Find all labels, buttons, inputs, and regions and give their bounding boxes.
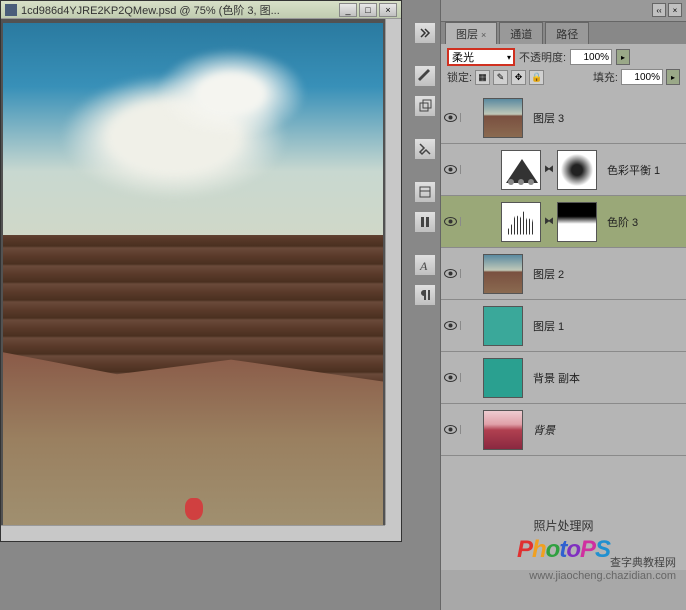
layer-name[interactable]: 背景 [527, 422, 555, 438]
tool-presets-icon[interactable] [414, 211, 436, 233]
watermark-label: 照片处理网 [451, 517, 676, 534]
layer-thumbnail[interactable] [483, 254, 523, 294]
expand-toolbar-button[interactable] [414, 22, 436, 44]
panel-tabs: 图层× 通道 路径 [441, 22, 686, 44]
layer-name[interactable]: 图层 1 [527, 318, 564, 334]
maximize-button[interactable]: □ [359, 3, 377, 17]
canvas-content [3, 23, 383, 525]
red-stamp [185, 498, 203, 520]
lock-all-icon[interactable]: 🔒 [529, 70, 544, 85]
panels-dock: ‹‹ × 图层× 通道 路径 柔光 不透明度: 100% ▸ 锁定: ▦ ✎ ✥… [440, 0, 686, 610]
mask-link-icon[interactable]: ⧓ [544, 216, 554, 227]
tab-paths[interactable]: 路径 [545, 22, 589, 44]
blend-mode-select[interactable]: 柔光 [447, 48, 515, 66]
layer-name[interactable]: 色彩平衡 1 [601, 162, 660, 178]
type-tool-icon[interactable]: A [414, 254, 436, 276]
scrollbar-vertical[interactable] [385, 19, 401, 525]
ps-file-icon [5, 4, 17, 16]
adjustment-thumbnail[interactable] [501, 150, 541, 190]
visibility-toggle[interactable] [444, 217, 457, 226]
close-button[interactable]: × [379, 3, 397, 17]
layer-mask-thumbnail[interactable] [557, 202, 597, 242]
layer-mask-thumbnail[interactable] [557, 150, 597, 190]
layer-thumbnail[interactable] [483, 98, 523, 138]
tab-layers-label: 图层 [456, 29, 478, 41]
layer-row[interactable]: 图层 1 [441, 300, 686, 352]
visibility-toggle[interactable] [444, 113, 457, 122]
layer-thumbnail[interactable] [483, 358, 523, 398]
layer-name[interactable]: 图层 3 [527, 110, 564, 126]
tab-close-icon[interactable]: × [481, 30, 486, 40]
layer-thumbnail[interactable] [483, 306, 523, 346]
panel-close-button[interactable]: × [668, 3, 682, 17]
scrollbar-horizontal[interactable] [1, 525, 385, 541]
opacity-input[interactable]: 100% [570, 49, 612, 65]
canvas-area[interactable] [1, 19, 385, 525]
layer-name[interactable]: 背景 副本 [527, 370, 580, 386]
panel-header: ‹‹ × [441, 0, 686, 22]
layer-row[interactable]: ⧓ 色阶 3 [441, 196, 686, 248]
document-window: 1cd986d4YJRE2KP2QMew.psd @ 75% (色阶 3, 图.… [0, 0, 402, 542]
brush-tool-icon[interactable] [414, 65, 436, 87]
window-controls: _ □ × [339, 3, 397, 17]
opacity-label: 不透明度: [519, 49, 566, 65]
visibility-toggle[interactable] [444, 165, 457, 174]
fill-flyout-button[interactable]: ▸ [666, 69, 680, 85]
site-watermark: 查字典教程网 www.jiaocheng.chazidian.com [529, 554, 676, 582]
panel-collapse-button[interactable]: ‹‹ [652, 3, 666, 17]
site-name-cn: 查字典教程网 [529, 554, 676, 570]
panel-tool-icon[interactable] [414, 181, 436, 203]
layer-row[interactable]: 背景 [441, 404, 686, 456]
layer-row[interactable]: ⧓ 色彩平衡 1 [441, 144, 686, 196]
scroll-corner [385, 525, 401, 541]
mask-link-icon[interactable]: ⧓ [544, 164, 554, 175]
tab-layers[interactable]: 图层× [445, 22, 497, 44]
lock-position-icon[interactable]: ✥ [511, 70, 526, 85]
hammer-tool-icon[interactable] [414, 138, 436, 160]
visibility-toggle[interactable] [444, 425, 457, 434]
layer-row[interactable]: 背景 副本 [441, 352, 686, 404]
layer-name[interactable]: 色阶 3 [601, 214, 638, 230]
lock-label: 锁定: [447, 69, 472, 85]
paragraph-tool-icon[interactable] [414, 284, 436, 306]
opacity-flyout-button[interactable]: ▸ [616, 49, 630, 65]
layer-row[interactable]: 图层 3 [441, 92, 686, 144]
site-url: www.jiaocheng.chazidian.com [529, 570, 676, 582]
layers-list: 图层 3 ⧓ 色彩平衡 1 ⧓ 色阶 3 [441, 92, 686, 570]
visibility-toggle[interactable] [444, 373, 457, 382]
fill-input[interactable]: 100% [621, 69, 663, 85]
collapsed-toolbar: A [414, 22, 438, 306]
minimize-button[interactable]: _ [339, 3, 357, 17]
layer-options: 柔光 不透明度: 100% ▸ 锁定: ▦ ✎ ✥ 🔒 填充: 100% ▸ [441, 44, 686, 92]
tab-channels[interactable]: 通道 [499, 22, 543, 44]
fill-label: 填充: [593, 69, 618, 85]
layer-row[interactable]: 图层 2 [441, 248, 686, 300]
document-titlebar[interactable]: 1cd986d4YJRE2KP2QMew.psd @ 75% (色阶 3, 图.… [1, 1, 401, 19]
lock-transparency-icon[interactable]: ▦ [475, 70, 490, 85]
svg-text:A: A [419, 259, 428, 272]
clone-tool-icon[interactable] [414, 95, 436, 117]
lock-pixels-icon[interactable]: ✎ [493, 70, 508, 85]
document-title: 1cd986d4YJRE2KP2QMew.psd @ 75% (色阶 3, 图.… [21, 2, 339, 18]
layer-name[interactable]: 图层 2 [527, 266, 564, 282]
adjustment-thumbnail[interactable] [501, 202, 541, 242]
visibility-toggle[interactable] [444, 321, 457, 330]
layer-thumbnail[interactable] [483, 410, 523, 450]
visibility-toggle[interactable] [444, 269, 457, 278]
